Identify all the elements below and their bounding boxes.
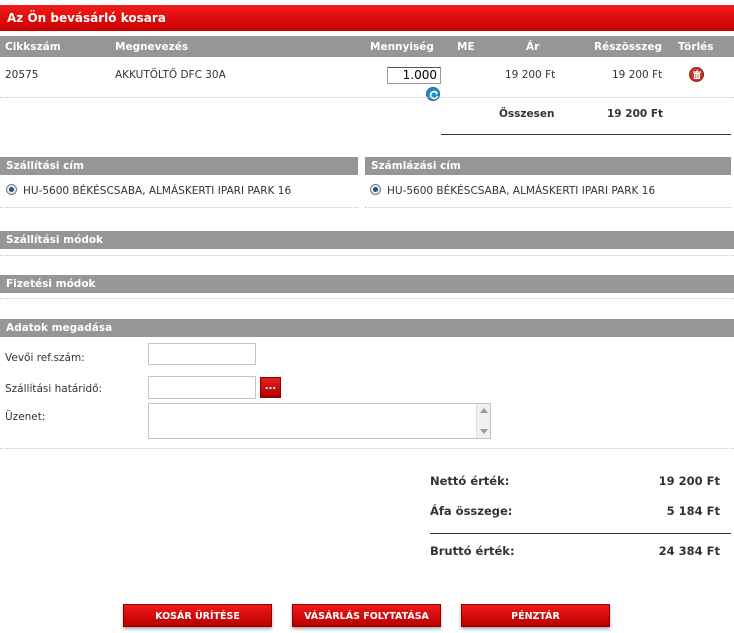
billing-address-header: Számlázási cím: [365, 157, 731, 175]
message-textarea[interactable]: [148, 403, 491, 439]
item-price: 19 200 Ft: [505, 69, 556, 81]
divider: [0, 448, 734, 449]
divider: [0, 255, 734, 256]
scroll-up-icon[interactable]: [480, 408, 488, 413]
quantity-input[interactable]: 1.000: [387, 67, 441, 84]
col-unit: ME: [457, 41, 475, 53]
details-header: Adatok megadása: [0, 319, 734, 337]
col-price: Ár: [526, 41, 540, 53]
divider: [0, 207, 358, 208]
net-value: 19 200 Ft: [658, 474, 720, 488]
col-subtotal: Részösszeg: [594, 41, 663, 53]
total-value: 19 200 Ft: [607, 108, 664, 120]
shipping-methods-header: Szállítási módok: [0, 231, 734, 249]
item-subtotal: 19 200 Ft: [612, 69, 663, 81]
total-label: Összesen: [499, 108, 555, 120]
col-delete: Törlés: [678, 41, 714, 53]
shipping-address-radio[interactable]: [6, 184, 17, 195]
net-label: Nettó érték:: [430, 474, 510, 488]
summary-divider: [430, 533, 731, 534]
row-divider: [0, 97, 734, 98]
textarea-scrollbar[interactable]: [476, 404, 490, 438]
divider: [365, 207, 731, 208]
ref-field[interactable]: [148, 343, 256, 365]
payment-methods-header: Fizetési módok: [0, 275, 734, 293]
continue-shopping-button[interactable]: VÁSÁRLÁS FOLYTATÁSA: [292, 604, 441, 627]
vat-value: 5 184 Ft: [666, 504, 720, 518]
cart-title: Az Ön bevásárló kosara: [0, 5, 734, 31]
vat-label: Áfa összege:: [430, 504, 513, 518]
date-picker-button[interactable]: ...: [260, 377, 281, 398]
cart-table-header: Cikkszám Megnevezés Mennyiség ME Ár Rész…: [0, 36, 734, 57]
billing-address-radio[interactable]: [370, 184, 381, 195]
col-qty: Mennyiség: [370, 41, 434, 53]
col-name: Megnevezés: [115, 41, 189, 53]
ref-label: Vevői ref.szám:: [5, 352, 85, 364]
checkout-button[interactable]: PÉNZTÁR: [461, 604, 610, 627]
scroll-down-icon[interactable]: [480, 429, 488, 434]
deadline-field[interactable]: [148, 376, 256, 399]
shipping-address-text: HU-5600 BÉKÉSCSABA, ALMÁSKERTI IPARI PAR…: [23, 185, 292, 197]
message-label: Üzenet:: [5, 411, 46, 423]
refresh-icon[interactable]: [426, 87, 440, 101]
clear-cart-button[interactable]: KOSÁR ÜRÍTÉSE: [123, 604, 272, 627]
billing-address-text: HU-5600 BÉKÉSCSABA, ALMÁSKERTI IPARI PAR…: [387, 185, 656, 197]
deadline-label: Szállítási határidő:: [5, 383, 103, 395]
item-name: AKKUTÖLTŐ DFC 30A: [115, 69, 226, 81]
total-divider: [441, 134, 731, 135]
divider: [0, 298, 734, 299]
shipping-address-header: Szállítási cím: [0, 157, 358, 175]
trash-icon[interactable]: [689, 67, 704, 82]
col-sku: Cikkszám: [5, 41, 61, 53]
gross-value: 24 384 Ft: [658, 544, 720, 558]
gross-label: Bruttó érték:: [430, 544, 515, 558]
item-sku: 20575: [5, 69, 39, 81]
